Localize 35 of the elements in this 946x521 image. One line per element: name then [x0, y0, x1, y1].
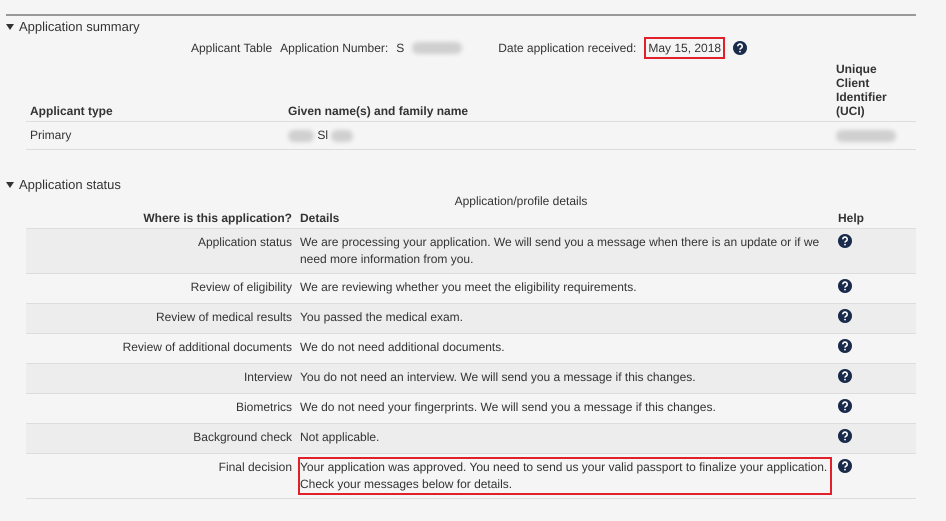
redaction-mark [836, 130, 896, 142]
help-icon[interactable] [838, 369, 852, 383]
help-icon[interactable] [838, 429, 852, 443]
section-toggle[interactable]: Application status [19, 177, 121, 192]
application-number-value: S [396, 41, 404, 55]
help-icon[interactable] [838, 339, 852, 353]
section-toggle[interactable]: Application summary [19, 19, 140, 34]
table-cell: Primary [26, 122, 284, 150]
table-cell: We are processing your application. We will send you a message when there is an update or if we need more information from you. [296, 228, 834, 274]
table-cell: Application status [26, 228, 296, 274]
help-icon[interactable] [733, 41, 748, 55]
help-icon[interactable] [838, 399, 852, 413]
redaction-mark [412, 42, 462, 54]
help-icon[interactable] [838, 309, 852, 323]
table-cell: Review of medical results [26, 304, 296, 334]
table-cell: Final decision [26, 454, 296, 498]
help-icon[interactable] [838, 459, 852, 473]
table-cell: Background check [26, 424, 296, 454]
caret-icon[interactable] [6, 22, 14, 30]
table-cell: You do not need an interview. We will send you a message if this changes. [296, 364, 834, 394]
column-header: Given name(s) and family name [284, 59, 832, 122]
table-caption: Application/profile details [454, 194, 588, 208]
received-date: May 15, 2018 [644, 37, 726, 59]
caret-icon[interactable] [6, 180, 14, 188]
table-caption: Applicant Table [191, 41, 272, 55]
table-cell: Interview [26, 364, 296, 394]
help-icon[interactable] [838, 279, 852, 293]
column-header: Unique Client Identifier (UCI) [832, 59, 916, 122]
table-cell: Not applicable. [296, 424, 834, 454]
table-cell: You passed the medical exam. [296, 304, 834, 334]
application-number-label: Application Number: [280, 41, 388, 55]
column-header: Applicant type [26, 59, 284, 122]
help-icon[interactable] [838, 234, 852, 248]
date-label: Date application received: [498, 41, 636, 55]
table-cell: Sl [284, 122, 832, 150]
